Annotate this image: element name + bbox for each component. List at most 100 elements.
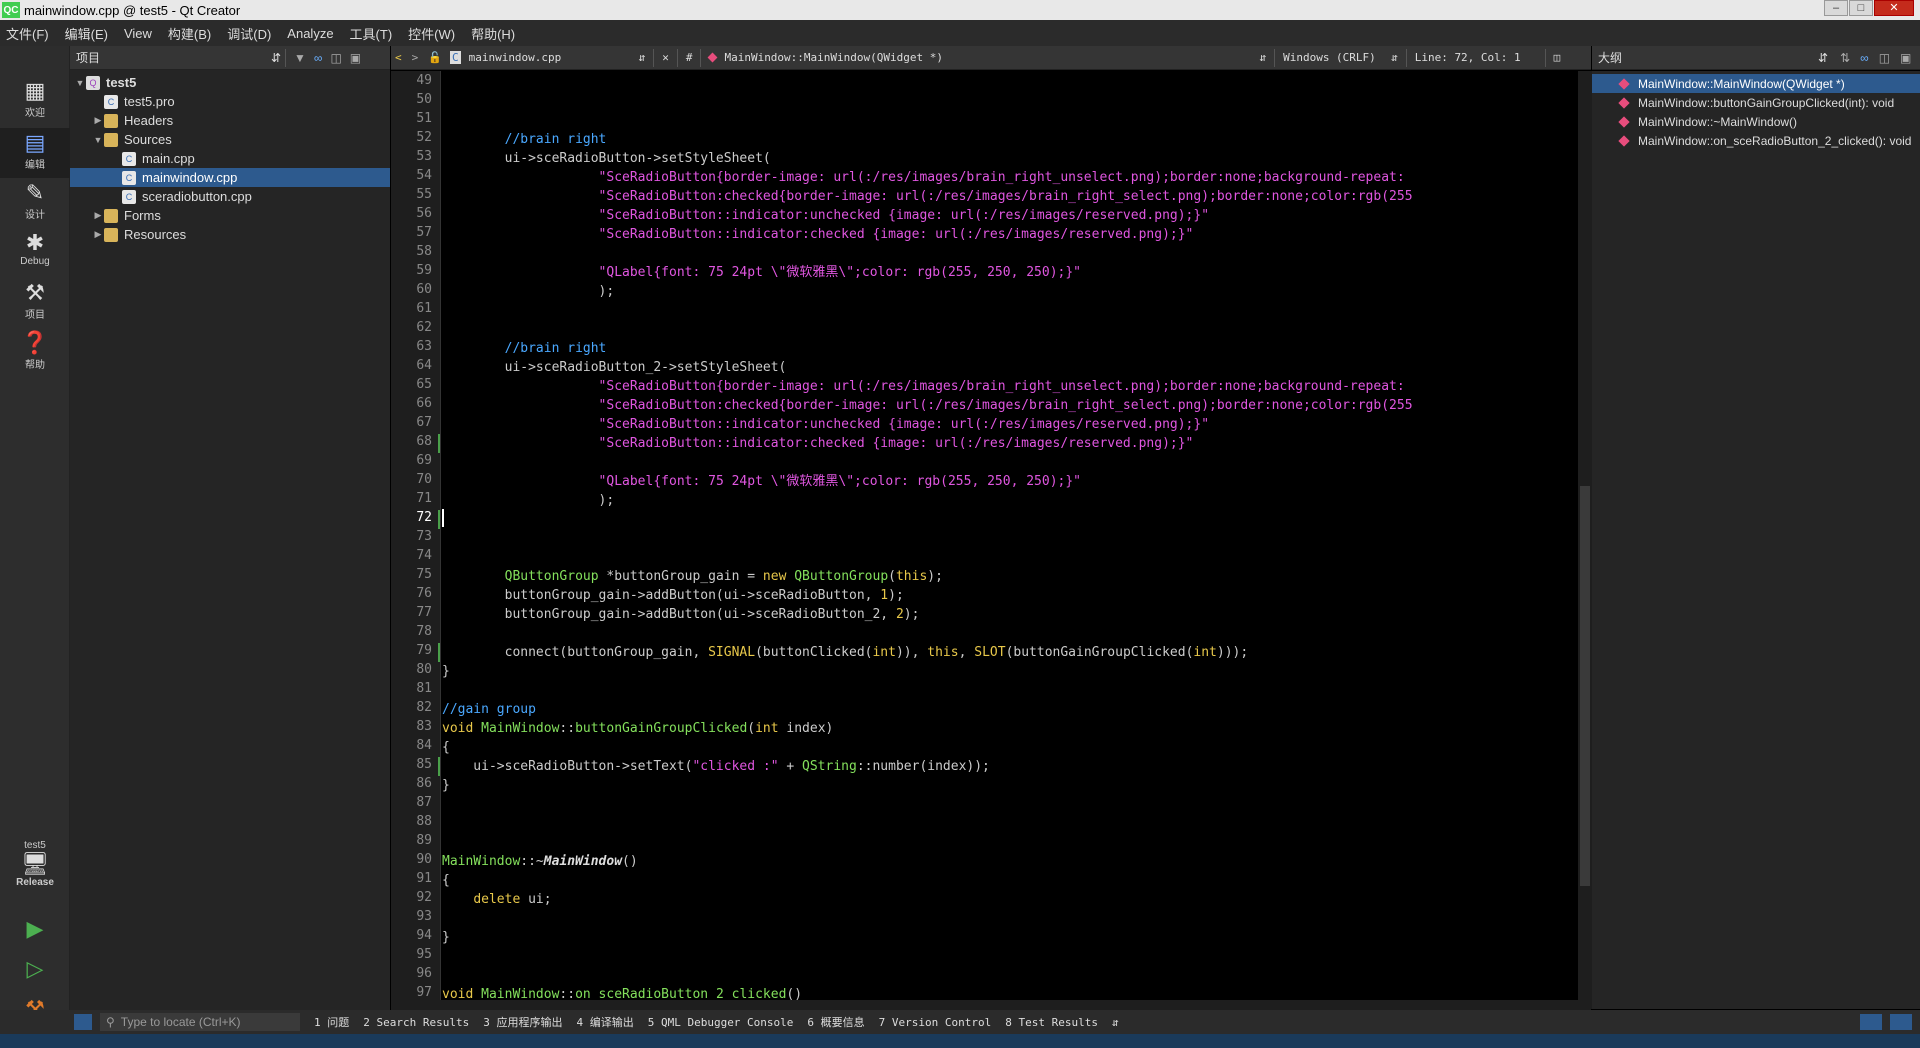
menu-debug[interactable]: 调试(D) (227, 24, 271, 43)
collapsed-arrow-icon[interactable]: ▶ (92, 229, 104, 240)
symbol-combo[interactable]: MainWindow::MainWindow(QWidget *) (724, 51, 1259, 64)
outline-item[interactable]: MainWindow::on_sceRadioButton_2_clicked(… (1592, 131, 1920, 150)
menu-analyze[interactable]: Analyze (287, 26, 333, 41)
debug-run-button[interactable]: ▷ (0, 956, 70, 982)
kit-selector[interactable]: test5 🖥 Release (0, 840, 70, 888)
code-line: ui->sceRadioButton->setStyleSheet( (442, 151, 771, 166)
outline-item-label: MainWindow::MainWindow(QWidget *) (1638, 76, 1845, 91)
locator-placeholder: Type to locate (Ctrl+K) (120, 1015, 241, 1029)
cursor-position[interactable]: Line: 72, Col: 1 (1415, 51, 1521, 64)
mode-design[interactable]: ✎ 设计 (0, 180, 70, 221)
line-number: 84 (416, 738, 432, 753)
tree-item[interactable]: ▶ Forms (70, 206, 390, 225)
expanded-arrow-icon[interactable]: ▼ (74, 78, 86, 88)
pane-version-control[interactable]: 7 Version Control (879, 1016, 992, 1029)
pane-general-messages[interactable]: 6 概要信息 (807, 1014, 864, 1030)
help-icon: ❓ (21, 330, 49, 355)
outline-item[interactable]: MainWindow::MainWindow(QWidget *) (1592, 74, 1920, 93)
tree-item[interactable]: Cmain.cpp (70, 149, 390, 168)
editor-vertical-scrollbar[interactable] (1578, 71, 1592, 1009)
split-icon[interactable]: ◫ (1879, 51, 1890, 65)
tree-item[interactable]: ▶ Headers (70, 111, 390, 130)
method-icon (1618, 134, 1630, 147)
outline-item[interactable]: MainWindow::buttonGainGroupClicked(int):… (1592, 93, 1920, 112)
updown-icon: ⇵ (1391, 51, 1398, 64)
pane-qml-debugger-console[interactable]: 5 QML Debugger Console (648, 1016, 794, 1029)
tree-item[interactable]: Cmainwindow.cpp (70, 168, 390, 187)
run-button[interactable]: ▶ (0, 916, 70, 942)
close-window-button[interactable]: ✕ (1874, 0, 1914, 16)
mode-edit[interactable]: ▤ 编辑 (0, 128, 70, 178)
menu-help[interactable]: 帮助(H) (471, 24, 515, 43)
minimize-button[interactable]: – (1824, 0, 1848, 16)
code-editor[interactable]: //brain right ui->sceRadioButton->setSty… (442, 71, 1578, 1009)
menu-file[interactable]: 文件(F) (6, 24, 49, 43)
filter-icon[interactable]: ▼ (294, 51, 306, 65)
menu-controls[interactable]: 控件(W) (408, 24, 455, 43)
line-number: 96 (416, 966, 432, 981)
line-number: 79 (416, 643, 432, 658)
mode-projects[interactable]: ⚒ 项目 (0, 280, 70, 321)
panes-menu-icon[interactable]: ⇵ (1112, 1016, 1119, 1029)
collapsed-arrow-icon[interactable]: ▶ (92, 210, 104, 221)
pane-issues[interactable]: 1 问题 (314, 1014, 349, 1030)
line-number: 56 (416, 206, 432, 221)
qt-creator-logo-icon: QC (2, 2, 20, 18)
mode-welcome[interactable]: ▦ 欢迎 (0, 78, 70, 119)
split-icon[interactable]: ◫ (330, 51, 341, 65)
mode-debug[interactable]: ✱ Debug (0, 230, 70, 267)
split-icon[interactable]: ◫ (1554, 51, 1561, 64)
tree-item[interactable]: Ctest5.pro (70, 92, 390, 111)
tree-item[interactable]: Csceradiobutton.cpp (70, 187, 390, 206)
forward-icon[interactable]: > (412, 51, 419, 64)
line-number: 86 (416, 776, 432, 791)
open-documents-combo[interactable]: mainwindow.cpp (469, 51, 639, 64)
tree-item[interactable]: ▼ Sources (70, 130, 390, 149)
sort-icon[interactable]: ⇅ (1840, 51, 1850, 65)
editor-horizontal-scrollbar[interactable] (391, 1000, 1591, 1010)
back-icon[interactable]: < (395, 51, 402, 64)
line-number: 50 (416, 92, 432, 107)
tree-item-label: main.cpp (142, 151, 195, 166)
tree-item-label: Sources (124, 132, 172, 147)
maximize-button[interactable]: □ (1849, 0, 1873, 16)
outline-title[interactable]: 大纲 (1598, 49, 1818, 66)
menu-build[interactable]: 构建(B) (168, 24, 211, 43)
toggle-right-sidebar-icon[interactable] (1890, 1014, 1912, 1030)
tree-item[interactable]: ▶ Resources (70, 225, 390, 244)
close-pane-icon[interactable]: ▣ (1900, 51, 1911, 65)
toggle-output-icon[interactable] (1860, 1014, 1882, 1030)
change-marker (438, 434, 440, 453)
bug-icon: ✱ (25, 230, 45, 255)
locator-input[interactable]: ⚲ Type to locate (Ctrl+K) (100, 1013, 300, 1031)
mode-help[interactable]: ❓ 帮助 (0, 330, 70, 371)
link-icon[interactable]: ∞ (314, 51, 323, 65)
code-line: connect(buttonGroup_gain, SIGNAL(buttonC… (442, 645, 1249, 660)
tree-item-label: Resources (124, 227, 187, 242)
menu-edit[interactable]: 编辑(E) (65, 24, 108, 43)
scrollbar-thumb[interactable] (1580, 486, 1590, 886)
updown-icon: ⇵ (1818, 50, 1829, 65)
close-pane-icon[interactable]: ▣ (350, 51, 361, 65)
mode-welcome-label: 欢迎 (25, 108, 45, 119)
close-document-icon[interactable]: ✕ (662, 51, 669, 64)
menu-tools[interactable]: 工具(T) (350, 24, 393, 43)
line-ending-combo[interactable]: Windows (CRLF) (1283, 51, 1391, 64)
project-tree: ▼ Qtest5 Ctest5.pro ▶ Headers ▼ Sources Cmain.c… (70, 70, 390, 1010)
pane-compile-output[interactable]: 4 编译输出 (576, 1014, 633, 1030)
pane-search-results[interactable]: 2 Search Results (363, 1016, 469, 1029)
pane-application-output[interactable]: 3 应用程序输出 (483, 1014, 562, 1030)
line-number: 93 (416, 909, 432, 924)
outline-item[interactable]: MainWindow::~MainWindow() (1592, 112, 1920, 131)
toggle-sidebar-icon[interactable] (74, 1014, 92, 1030)
menu-view[interactable]: View (124, 26, 152, 41)
tree-item[interactable]: ▼ Qtest5 (70, 73, 390, 92)
code-line: //brain right (504, 132, 607, 147)
line-number: 81 (416, 681, 432, 696)
projects-view-selector[interactable]: 项目 ⇵ (76, 48, 286, 67)
code-line: ui->sceRadioButton->setText("clicked :" … (442, 759, 990, 774)
link-icon[interactable]: ∞ (1860, 51, 1869, 65)
pane-test-results[interactable]: 8 Test Results (1005, 1016, 1098, 1029)
collapsed-arrow-icon[interactable]: ▶ (92, 115, 104, 126)
expanded-arrow-icon[interactable]: ▼ (92, 135, 104, 145)
